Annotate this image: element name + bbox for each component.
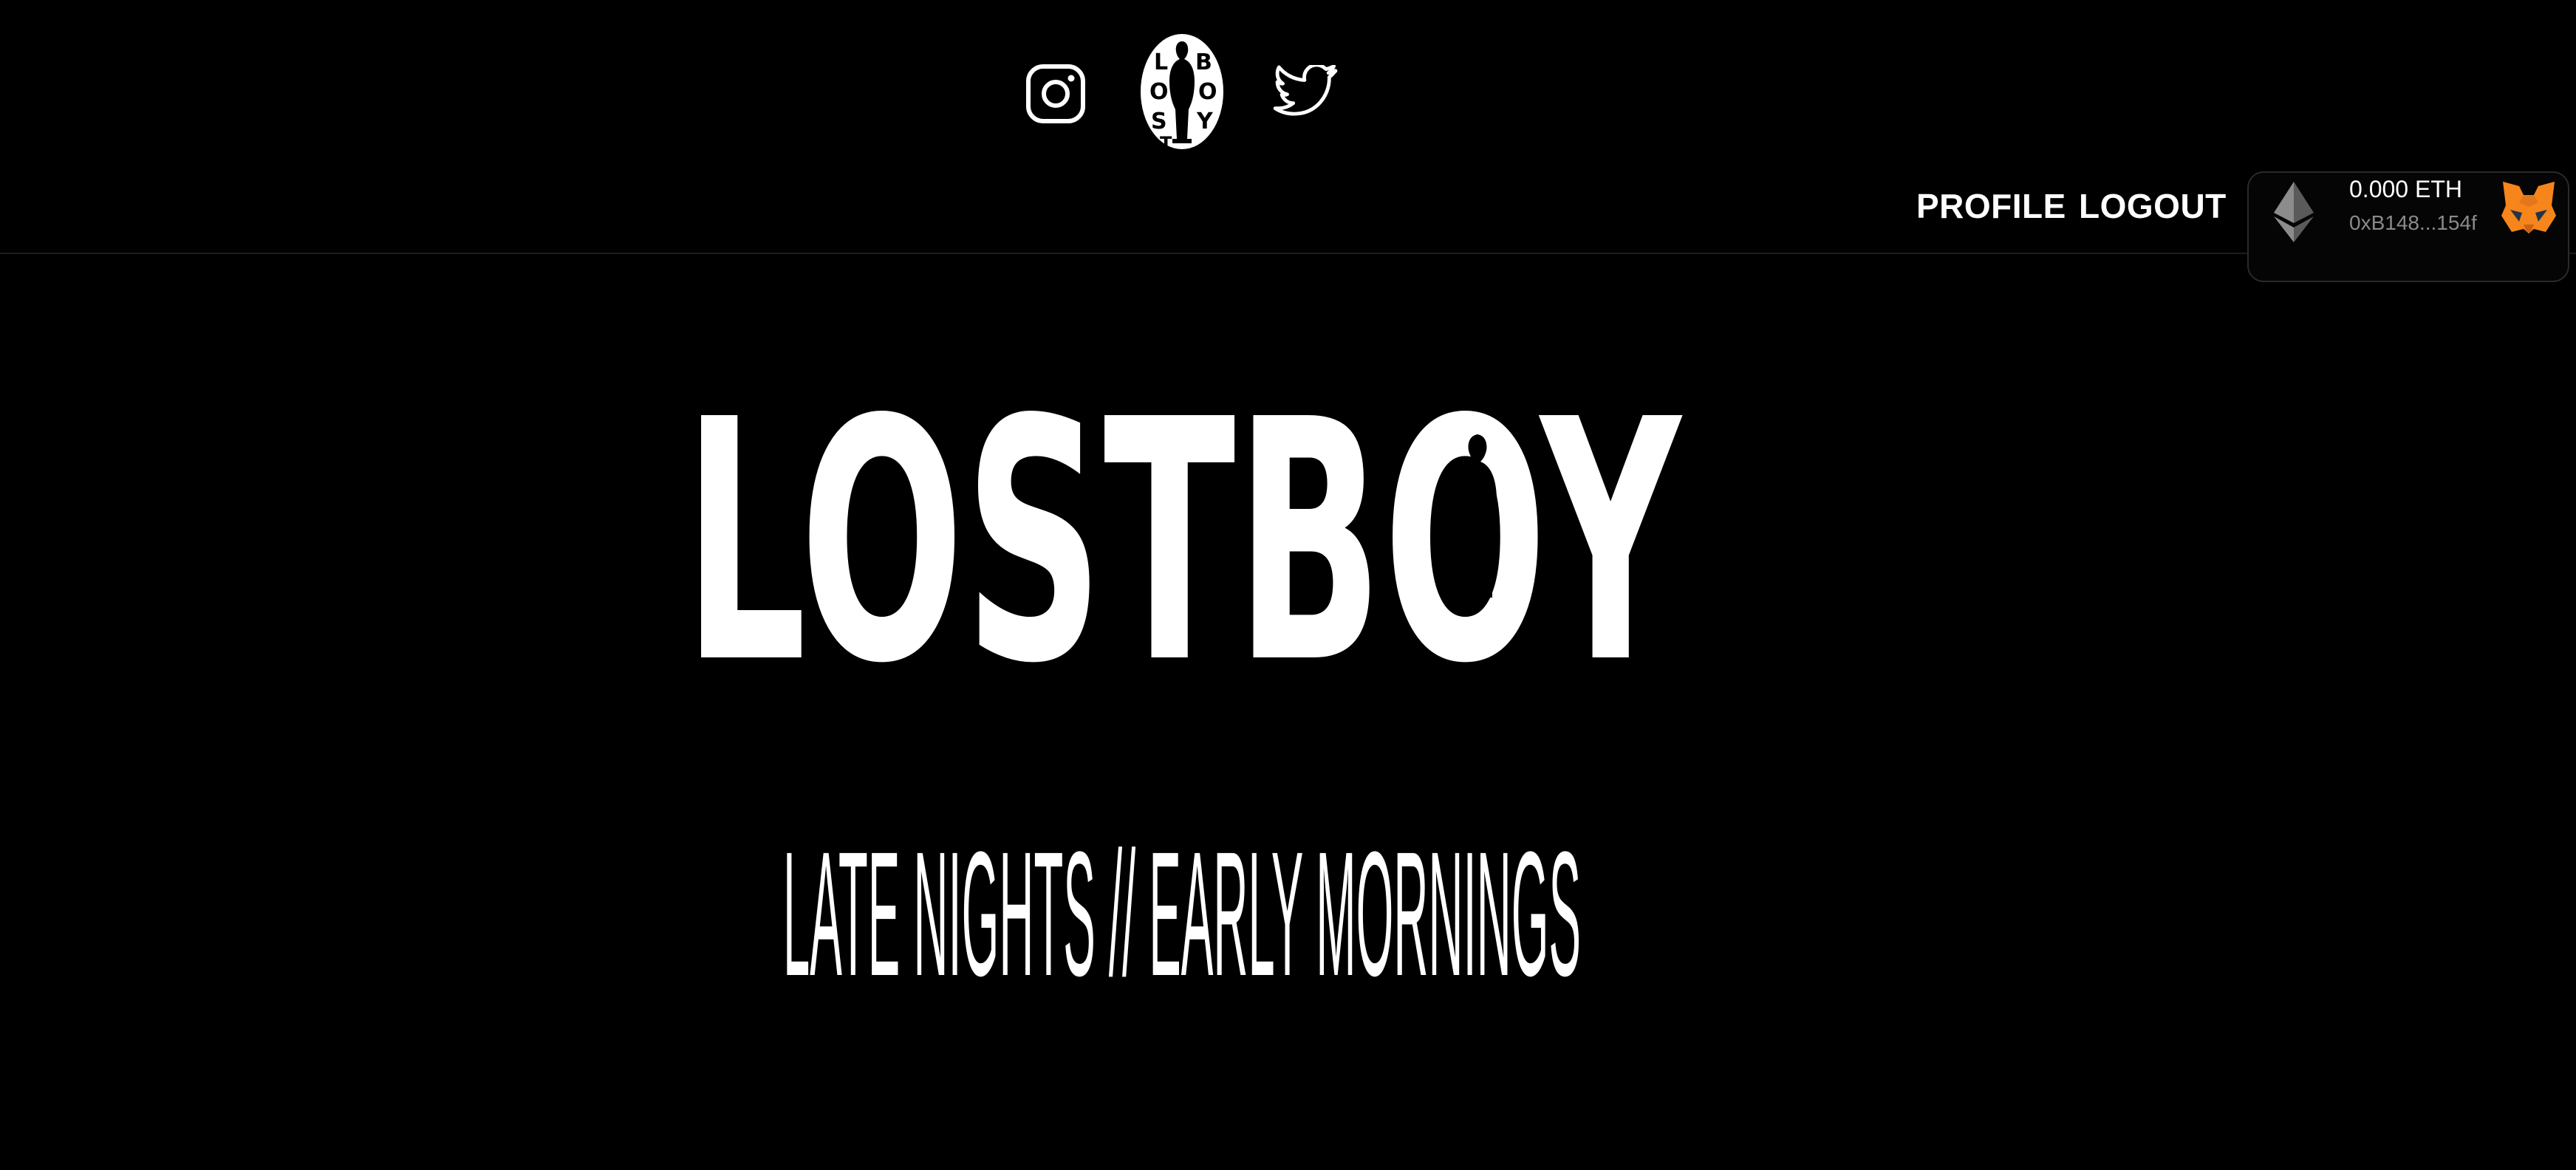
page: L B O O S Y T PROFILE LOGOUT 0.000 ETH 0… [0, 0, 2576, 1170]
logo-letter-o: O [1149, 79, 1169, 105]
twitter-icon[interactable] [1272, 65, 1339, 123]
wallet-address: 0xB148...154f [2349, 211, 2477, 234]
logo-letter-b: B [1195, 49, 1212, 75]
instagram-icon[interactable] [1025, 64, 1086, 124]
logo-letter-y: Y [1196, 109, 1214, 134]
hero-title: LOSTBOY [683, 399, 1683, 665]
wallet-balance: 0.000 ETH [2349, 176, 2462, 202]
hero-title-text: LOSTBOY [683, 399, 1683, 665]
metamask-fox-icon [2501, 182, 2556, 233]
ethereum-icon [2274, 182, 2314, 242]
logo-letter-l: L [1154, 49, 1168, 75]
header-bar: PROFILE LOGOUT 0.000 ETH 0xB148...154f [0, 170, 2576, 282]
profile-link[interactable]: PROFILE [1916, 186, 2066, 226]
logo-letter-o2: O [1198, 79, 1217, 105]
tagline-text: LATE NIGHTS // EARLY MORNINGS [783, 835, 1581, 982]
logout-link[interactable]: LOGOUT [2079, 186, 2227, 226]
logo-letter-s: S [1151, 109, 1167, 134]
tagline: LATE NIGHTS // EARLY MORNINGS [783, 835, 1581, 982]
social-links: L B O O S Y T [0, 16, 2576, 154]
logo-letter-t: T [1160, 133, 1172, 154]
wallet-widget[interactable]: 0.000 ETH 0xB148...154f [2247, 171, 2569, 282]
lostboy-logo-icon[interactable]: L B O O S Y T [1138, 31, 1226, 158]
